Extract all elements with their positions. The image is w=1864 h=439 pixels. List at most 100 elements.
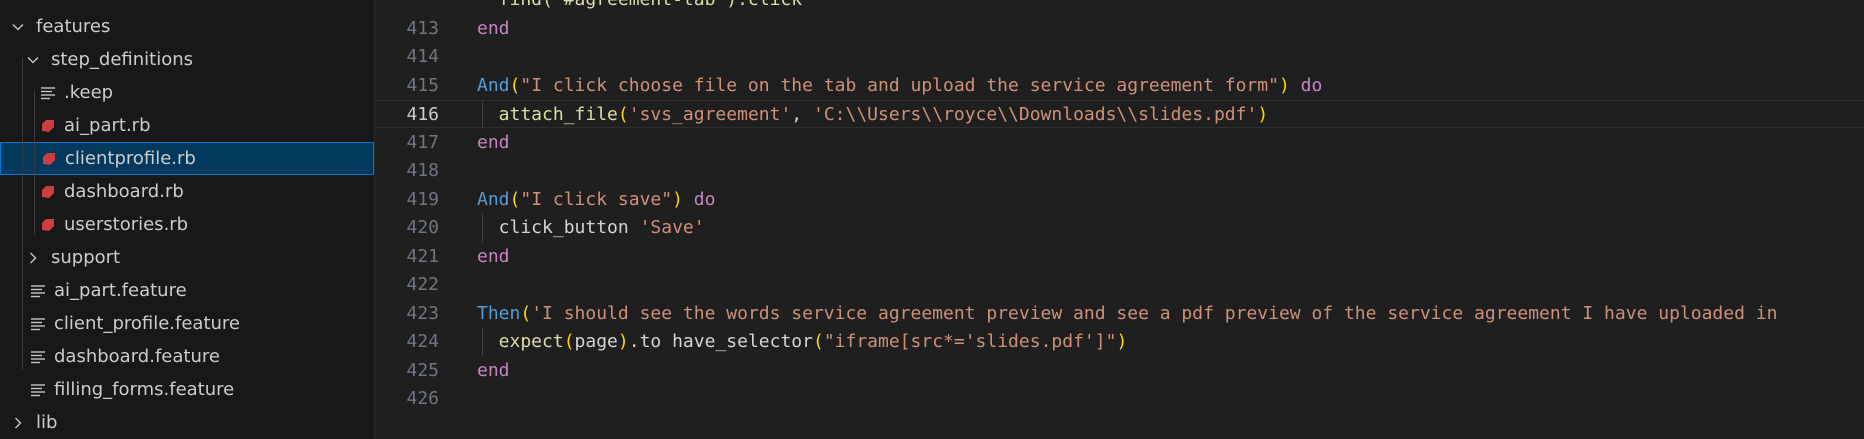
- code-token: (: [617, 104, 629, 125]
- code-line[interactable]: 416 attach_file('svs_agreement', 'C:\\Us…: [375, 100, 1864, 129]
- code-line[interactable]: 426: [375, 385, 1864, 413]
- explorer-item[interactable]: ai_part.feature: [0, 274, 374, 307]
- explorer-item[interactable]: .keep: [0, 76, 374, 109]
- code-line[interactable]: 422: [375, 271, 1864, 299]
- code-editor[interactable]: find("#agreement-tab").click 413 end 414 415…: [375, 0, 1864, 439]
- code-line[interactable]: 425 end: [375, 357, 1864, 385]
- explorer-item[interactable]: ai_part.rb: [0, 109, 374, 142]
- code-token: end: [477, 245, 510, 267]
- line-number: 425: [406, 359, 439, 381]
- code-text: And("I click choose file on the tab and …: [477, 75, 1322, 96]
- code-token: (: [509, 188, 521, 210]
- code-token: 'I should see the words service agreemen…: [531, 302, 1778, 324]
- explorer-item-label: dashboard.rb: [64, 181, 184, 202]
- chevron-right-icon[interactable]: [25, 250, 41, 266]
- code-text: end: [477, 132, 510, 153]
- code-line[interactable]: 418: [375, 157, 1864, 185]
- code-token: ): [1278, 74, 1290, 96]
- code-text: end: [477, 246, 510, 267]
- code-token: ): [672, 188, 683, 210]
- explorer-item-label: lib: [36, 412, 58, 433]
- explorer-item-label: dashboard.feature: [54, 346, 220, 367]
- code-line[interactable]: 415 And("I click choose file on the tab a…: [375, 72, 1864, 100]
- explorer-item-label: userstories.rb: [64, 214, 189, 235]
- explorer-item-label: ai_part.feature: [54, 280, 187, 301]
- explorer-item[interactable]: lib: [0, 406, 374, 439]
- code-text: find("#agreement-tab").click: [477, 0, 802, 10]
- line-number: 414: [406, 46, 439, 67]
- line-number: 418: [406, 160, 439, 181]
- code-line[interactable]: 421 end: [375, 243, 1864, 271]
- code-text: attach_file('svs_agreement', 'C:\\Users\…: [477, 104, 1268, 125]
- code-line[interactable]: 424 expect(page).to have_selector("ifram…: [375, 328, 1864, 356]
- explorer-item[interactable]: userstories.rb: [0, 208, 374, 241]
- explorer-item-label: ai_part.rb: [64, 115, 151, 136]
- chevron-down-icon[interactable]: [10, 19, 26, 35]
- code-token: .to have_selector: [628, 331, 813, 352]
- code-line[interactable]: 413 end: [375, 15, 1864, 43]
- explorer-item[interactable]: clientprofile.rb: [0, 142, 374, 175]
- code-line[interactable]: 414: [375, 43, 1864, 71]
- code-text: end: [477, 18, 510, 39]
- code-token: expect: [477, 331, 564, 352]
- explorer-item-label: step_definitions: [51, 49, 194, 70]
- code-token: end: [477, 17, 510, 39]
- code-token: And: [477, 188, 510, 210]
- code-line[interactable]: 423 Then('I should see the words service …: [375, 300, 1864, 328]
- code-token: attach_file: [477, 104, 618, 125]
- explorer-sidebar: features step_definitions .keep ai_part.rbc…: [0, 0, 375, 439]
- code-text: expect(page).to have_selector("iframe[sr…: [477, 331, 1128, 352]
- line-number: 420: [406, 217, 439, 238]
- code-token: ): [1257, 104, 1269, 125]
- ruby-file-icon: [40, 184, 56, 200]
- explorer-item[interactable]: features: [0, 10, 374, 43]
- explorer-item-label: support: [51, 247, 121, 268]
- explorer-item[interactable]: client_profile.feature: [0, 307, 374, 340]
- code-text: And("I click save") do: [477, 189, 715, 210]
- text-file-icon: [30, 349, 46, 365]
- line-number: 416: [406, 104, 439, 125]
- explorer-item[interactable]: support: [0, 241, 374, 274]
- code-token: "I click save": [520, 188, 673, 210]
- tree-indent-guide: [34, 90, 35, 235]
- code-token: ,: [791, 104, 813, 125]
- text-file-icon: [30, 316, 46, 332]
- code-token: "iframe[src*='slides.pdf']": [823, 331, 1117, 352]
- code-text: click_button 'Save': [477, 217, 705, 238]
- tree-indent-guide: [22, 58, 23, 370]
- code-line[interactable]: find("#agreement-tab").click: [375, 0, 1864, 14]
- code-text: end: [477, 360, 510, 381]
- text-file-icon: [30, 382, 46, 398]
- ruby-file-icon: [41, 151, 57, 167]
- code-token: click_button: [477, 217, 640, 238]
- explorer-item[interactable]: filling_forms.feature: [0, 373, 374, 406]
- code-token: 'Save': [639, 217, 705, 238]
- code-token: find("#agreement-tab").click: [477, 0, 802, 10]
- line-number: 421: [406, 245, 439, 267]
- chevron-down-icon[interactable]: [25, 52, 41, 68]
- code-token: (: [509, 74, 521, 96]
- explorer-item-label: clientprofile.rb: [65, 148, 196, 169]
- code-token: ): [617, 331, 629, 352]
- ruby-file-icon: [40, 217, 56, 233]
- line-number: 413: [406, 17, 439, 39]
- explorer-item-label: filling_forms.feature: [54, 379, 235, 400]
- explorer-item-label: .keep: [64, 82, 114, 103]
- code-line[interactable]: 419 And("I click save") do: [375, 186, 1864, 214]
- code-token: do: [682, 188, 716, 210]
- line-number: 423: [406, 302, 439, 324]
- explorer-item[interactable]: step_definitions: [0, 43, 374, 76]
- code-token: end: [477, 359, 510, 381]
- code-text: Then('I should see the words service agr…: [477, 303, 1777, 324]
- code-token: And: [477, 74, 510, 96]
- code-token: "I click choose file on the tab and uplo…: [520, 74, 1279, 96]
- explorer-item[interactable]: dashboard.feature: [0, 340, 374, 373]
- code-token: page: [574, 331, 618, 352]
- chevron-right-icon[interactable]: [10, 415, 26, 431]
- code-token: end: [477, 131, 510, 153]
- text-file-icon: [30, 283, 46, 299]
- explorer-item[interactable]: dashboard.rb: [0, 175, 374, 208]
- text-file-icon: [40, 85, 56, 101]
- code-line[interactable]: 417 end: [375, 129, 1864, 157]
- code-line[interactable]: 420 click_button 'Save': [375, 214, 1864, 242]
